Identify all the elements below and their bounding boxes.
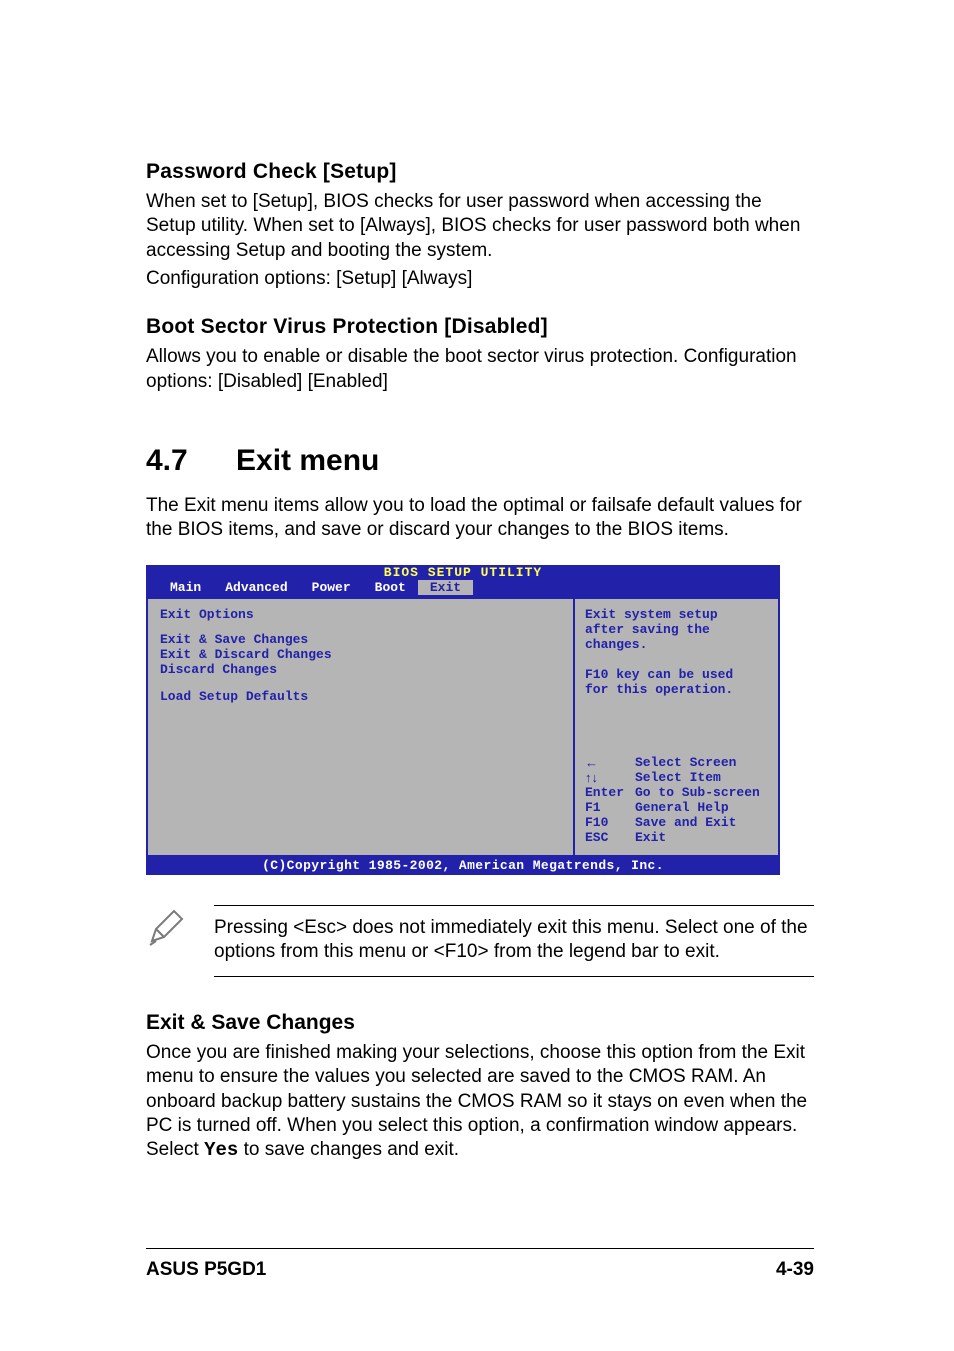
bios-menu-discard: Discard Changes [160, 662, 561, 677]
bios-tab-main: Main [158, 580, 213, 595]
pencil-icon [146, 907, 188, 952]
bios-legend-key-f1: F1 [585, 800, 635, 815]
section-number: 4.7 [146, 444, 236, 478]
bios-legend-key-esc: ESC [585, 830, 635, 845]
bios-legend-label: General Help [635, 800, 729, 815]
bios-legend-row: ↑↓ Select Item [585, 770, 770, 785]
note-block: Pressing <Esc> does not immediately exit… [146, 905, 814, 978]
bios-legend: ← Select Screen ↑↓ Select Item Enter Go … [585, 755, 770, 845]
password-check-heading: Password Check [Setup] [146, 160, 814, 184]
bios-legend-row: ← Select Screen [585, 755, 770, 770]
bios-help-text: Exit system setup after saving the chang… [585, 607, 770, 697]
bios-legend-label: Go to Sub-screen [635, 785, 760, 800]
bios-legend-label: Select Item [635, 770, 721, 785]
bios-exit-options-label: Exit Options [160, 607, 561, 622]
bios-tab-boot: Boot [363, 580, 418, 595]
bios-legend-label: Save and Exit [635, 815, 736, 830]
bios-legend-row: F1 General Help [585, 800, 770, 815]
bios-screenshot: BIOS SETUP UTILITY Main Advanced Power B… [146, 565, 780, 875]
boot-sector-body: Allows you to enable or disable the boot… [146, 345, 814, 394]
bios-copyright: (C)Copyright 1985-2002, American Megatre… [146, 857, 780, 875]
bios-help-line: for this operation. [585, 682, 770, 697]
footer-product: ASUS P5GD1 [146, 1259, 266, 1281]
bios-legend-row: F10 Save and Exit [585, 815, 770, 830]
bios-menu-load-defaults: Load Setup Defaults [160, 689, 561, 704]
exit-save-body-b: to save changes and exit. [238, 1139, 459, 1160]
bios-left-panel: Exit Options Exit & Save Changes Exit & … [146, 597, 573, 857]
bios-menu-exit-save: Exit & Save Changes [160, 632, 561, 647]
note-text: Pressing <Esc> does not immediately exit… [214, 916, 814, 965]
exit-menu-heading: 4.7Exit menu [146, 444, 814, 478]
updown-arrow-icon: ↑↓ [585, 770, 635, 785]
bios-help-line: F10 key can be used [585, 667, 770, 682]
section-title: Exit menu [236, 444, 379, 477]
footer-page-number: 4-39 [776, 1259, 814, 1281]
bios-legend-label: Exit [635, 830, 666, 845]
bios-legend-label: Select Screen [635, 755, 736, 770]
password-check-body: When set to [Setup], BIOS checks for use… [146, 190, 814, 263]
yes-label: Yes [204, 1139, 238, 1161]
bios-right-panel: Exit system setup after saving the chang… [573, 597, 780, 857]
exit-save-heading: Exit & Save Changes [146, 1011, 814, 1035]
bios-tab-power: Power [300, 580, 363, 595]
exit-menu-intro: The Exit menu items allow you to load th… [146, 494, 814, 543]
bios-legend-key-enter: Enter [585, 785, 635, 800]
bios-tab-exit: Exit [418, 580, 473, 595]
boot-sector-heading: Boot Sector Virus Protection [Disabled] [146, 315, 814, 339]
bios-title: BIOS SETUP UTILITY [146, 565, 780, 580]
bios-legend-row: Enter Go to Sub-screen [585, 785, 770, 800]
bios-menu-exit-discard: Exit & Discard Changes [160, 647, 561, 662]
bios-help-line: after saving the [585, 622, 770, 637]
password-check-options: Configuration options: [Setup] [Always] [146, 267, 814, 291]
bios-tab-advanced: Advanced [213, 580, 299, 595]
page-footer: ASUS P5GD1 4-39 [146, 1248, 814, 1281]
exit-save-body: Once you are finished making your select… [146, 1041, 814, 1163]
left-arrow-icon: ← [585, 755, 635, 770]
bios-help-line: Exit system setup [585, 607, 770, 622]
bios-legend-row: ESC Exit [585, 830, 770, 845]
bios-legend-key-f10: F10 [585, 815, 635, 830]
bios-tab-bar: Main Advanced Power Boot Exit [146, 580, 780, 597]
bios-help-line: changes. [585, 637, 770, 652]
